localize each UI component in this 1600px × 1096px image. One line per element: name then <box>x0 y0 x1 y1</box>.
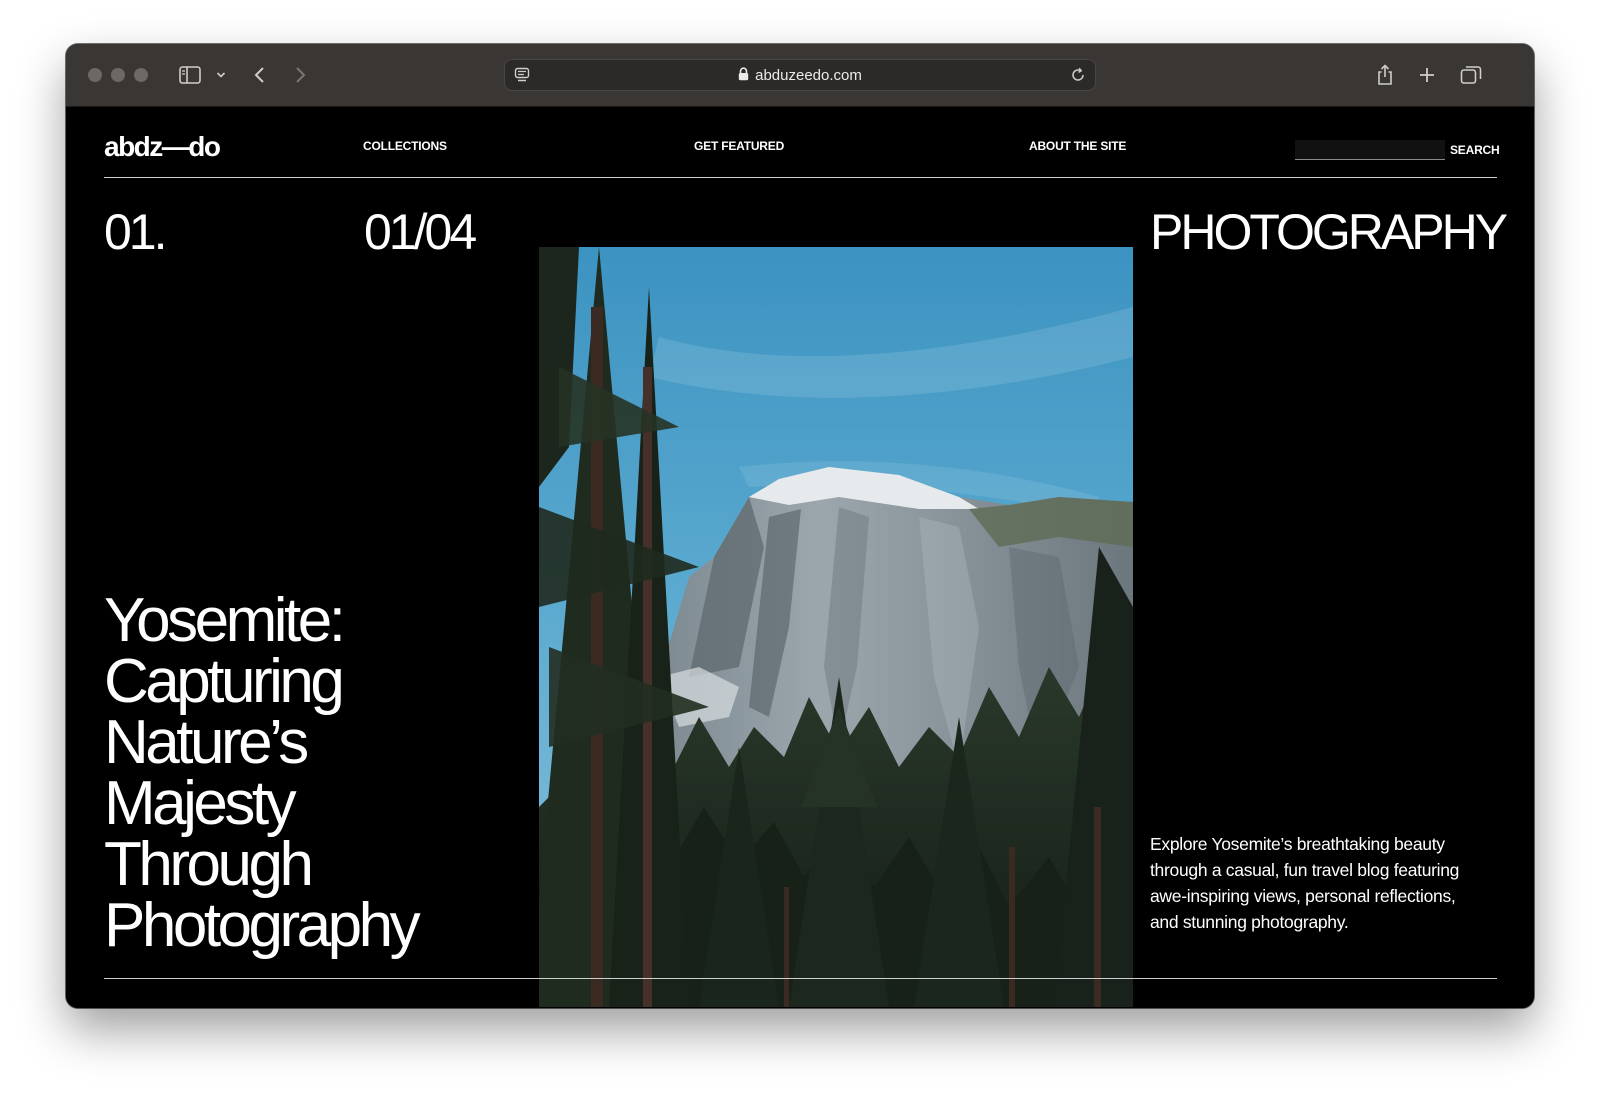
section-index: 01. <box>104 204 167 260</box>
address-bar[interactable]: abduzeedo.com <box>504 59 1096 91</box>
nav-about-the-site[interactable]: ABOUT THE SITE <box>1029 139 1126 153</box>
headline-line: Photography <box>104 891 421 960</box>
headline-line: Yosemite: <box>104 586 346 655</box>
headline-line: Capturing <box>104 647 345 716</box>
headline-line: Nature’s <box>104 708 309 777</box>
site-logo[interactable]: abdz—do <box>104 131 221 163</box>
category-title: PHOTOGRAPHY <box>1150 204 1508 260</box>
url-text: abduzeedo.com <box>755 67 862 84</box>
web-page: abdz—do COLLECTIONS GET FEATURED ABOUT T… <box>66 107 1534 1008</box>
zoom-window-button[interactable] <box>134 68 148 82</box>
nav-collections[interactable]: COLLECTIONS <box>363 139 447 153</box>
search-button[interactable]: SEARCH <box>1450 143 1500 157</box>
minimize-window-button[interactable] <box>111 68 125 82</box>
headline-line: Majesty <box>104 769 297 838</box>
article-description: Explore Yosemite’s breathtaking beauty t… <box>1150 834 1460 932</box>
url-display[interactable]: abduzeedo.com <box>505 67 1095 85</box>
slide-counter: 01/04 <box>364 204 477 260</box>
reload-icon[interactable] <box>1070 67 1086 88</box>
forward-arrow-icon[interactable] <box>292 62 308 88</box>
back-arrow-icon[interactable] <box>252 62 268 88</box>
lock-icon <box>738 67 749 85</box>
share-icon[interactable] <box>1375 62 1395 88</box>
chevron-down-icon[interactable] <box>214 62 228 88</box>
tab-overview-icon[interactable] <box>1460 62 1482 88</box>
hero-photo[interactable] <box>539 247 1133 1007</box>
headline-line: Through <box>104 830 314 899</box>
footer-divider <box>104 978 1497 979</box>
new-tab-plus-icon[interactable] <box>1417 62 1437 88</box>
header-divider <box>104 177 1497 178</box>
sidebar-toggle-icon[interactable] <box>178 62 202 88</box>
close-window-button[interactable] <box>88 68 102 82</box>
article-headline[interactable]: Yosemite: Capturing Nature’s Majesty Thr… <box>104 586 524 960</box>
search-input[interactable] <box>1295 140 1445 160</box>
browser-toolbar: abduzeedo.com <box>66 44 1534 107</box>
nav-get-featured[interactable]: GET FEATURED <box>694 139 784 153</box>
browser-window: abduzeedo.com abdz—do COLLECTIONS GET FE… <box>66 44 1534 1008</box>
